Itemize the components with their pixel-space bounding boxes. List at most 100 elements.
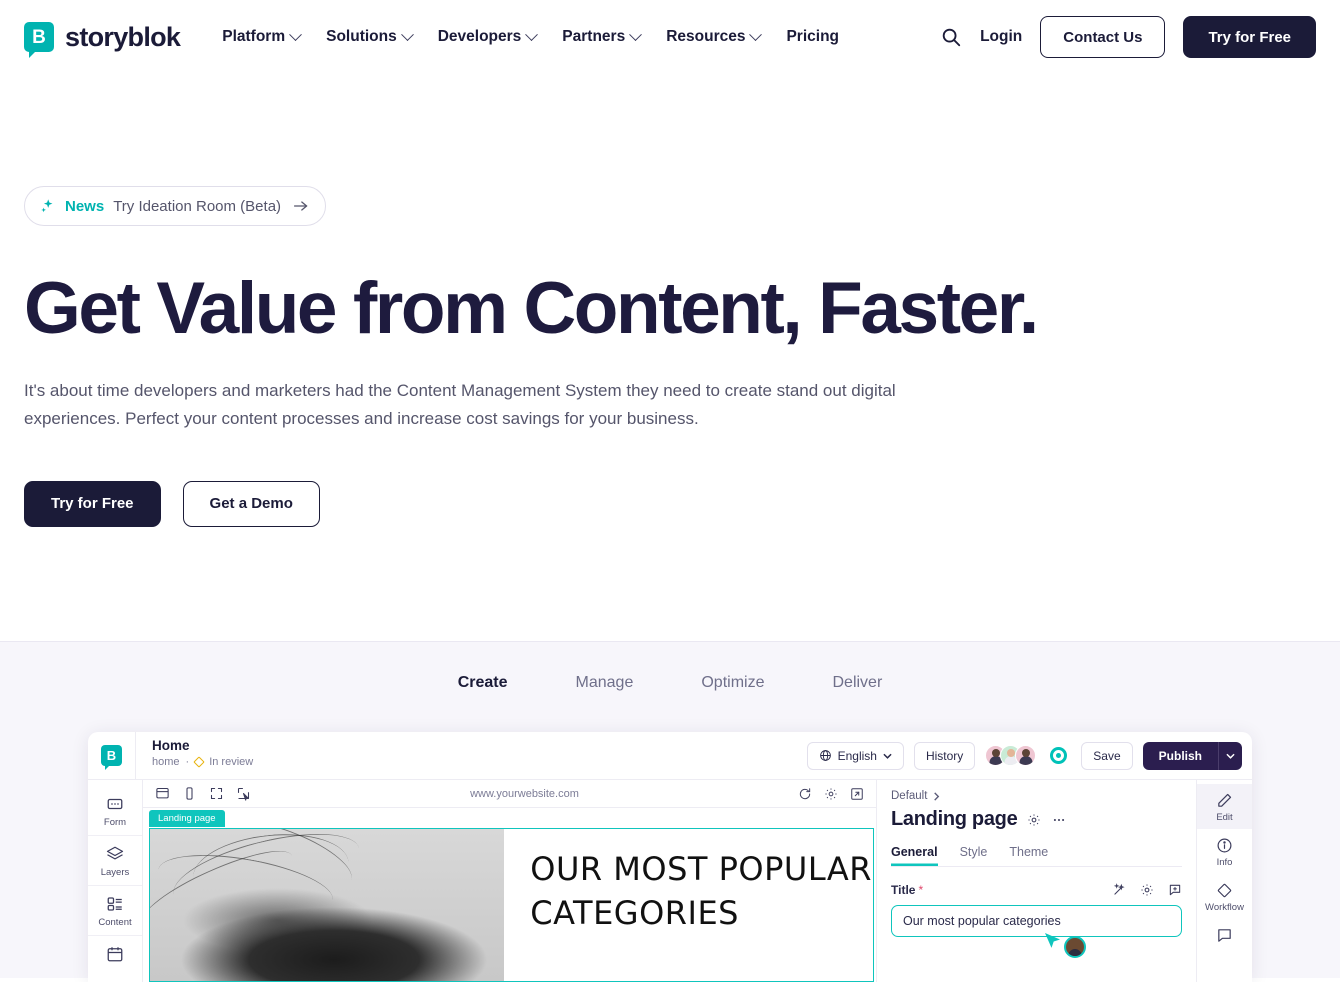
nav-label: Solutions <box>326 28 397 45</box>
app-topbar: B Home home · In review English History … <box>88 732 1252 780</box>
nav-item-pricing[interactable]: Pricing <box>786 28 839 46</box>
news-badge[interactable]: News Try Ideation Room (Beta) <box>24 186 327 226</box>
nav-label: Pricing <box>786 28 840 45</box>
sidebar-item-workflow[interactable]: Workflow <box>1197 874 1252 919</box>
nav-label: Platform <box>222 28 286 45</box>
sidebar-item-info[interactable]: Info <box>1197 829 1252 874</box>
site-header: B storyblok Platform Solutions Developer… <box>0 0 1340 74</box>
refresh-icon[interactable] <box>798 787 812 801</box>
sidebar-item-label: Workflow <box>1205 902 1244 913</box>
status-diamond-icon <box>193 756 205 768</box>
panel-breadcrumb[interactable]: Default <box>891 790 1182 802</box>
contact-us-button[interactable]: Contact Us <box>1040 16 1166 58</box>
nav-item-developers[interactable]: Developers <box>437 27 539 46</box>
hero-section: News Try Ideation Room (Beta) Get Value … <box>0 74 1340 527</box>
try-for-free-button-header[interactable]: Try for Free <box>1183 16 1316 58</box>
nav-label: Developers <box>437 28 522 45</box>
language-selector[interactable]: English <box>806 741 904 770</box>
collaborator-cursor <box>1044 932 1086 958</box>
title-field-label-row: Title * <box>891 883 1182 897</box>
brand-logo[interactable]: B storyblok <box>24 22 181 58</box>
magic-wand-icon[interactable] <box>1112 883 1126 897</box>
tab-theme[interactable]: Theme <box>1009 845 1048 866</box>
publish-dropdown-toggle[interactable] <box>1218 741 1242 770</box>
login-link[interactable]: Login <box>980 28 1022 46</box>
sidebar-item-layers[interactable]: Layers <box>88 835 142 885</box>
breadcrumb: Home home · In review <box>136 732 253 779</box>
title-field-actions <box>1112 883 1182 897</box>
app-body: Form Layers Content www.yourwebsite.com … <box>88 780 1252 982</box>
open-external-icon[interactable] <box>850 787 864 801</box>
app-mockup-window: B Home home · In review English History … <box>88 732 1252 982</box>
status-badge: In review <box>209 756 254 768</box>
preview-url[interactable]: www.yourwebsite.com <box>263 788 786 800</box>
header-actions: Login Contact Us Try for Free <box>940 16 1316 58</box>
publish-button[interactable]: Publish <box>1142 741 1218 770</box>
desktop-icon[interactable] <box>155 786 170 801</box>
search-icon[interactable] <box>940 26 962 48</box>
app-logo-letter: B <box>106 748 117 763</box>
selected-block[interactable]: OUR MOST POPULAR CATEGORIES <box>149 828 874 982</box>
nav-label: Partners <box>562 28 626 45</box>
try-for-free-button-hero[interactable]: Try for Free <box>24 480 161 527</box>
breadcrumb-separator: · <box>185 756 190 768</box>
title-field-label: Title <box>891 883 916 897</box>
hero-subtitle: It's about time developers and marketers… <box>24 380 896 428</box>
workflow-icon <box>1217 883 1232 898</box>
news-badge-text: Try Ideation Room (Beta) <box>113 197 282 215</box>
nav-item-platform[interactable]: Platform <box>222 27 302 46</box>
arrow-right-icon <box>293 201 308 211</box>
chevron-down-icon <box>749 27 763 41</box>
main-navigation: Platform Solutions Developers Partners R… <box>222 27 839 46</box>
hero-photo <box>150 829 505 981</box>
app-logo-cell[interactable]: B <box>88 732 136 779</box>
showcase-section: Create Manage Optimize Deliver B Home ho… <box>0 641 1340 982</box>
avatar <box>1015 745 1037 766</box>
storyblok-logo-icon: B <box>24 22 54 58</box>
nav-item-solutions[interactable]: Solutions <box>326 27 414 46</box>
nav-item-resources[interactable]: Resources <box>666 27 763 46</box>
more-options-icon[interactable] <box>1051 813 1067 827</box>
left-sidebar: Form Layers Content <box>88 780 143 982</box>
gear-icon[interactable] <box>1140 883 1154 897</box>
breadcrumb-meta: home · In review <box>152 756 253 768</box>
chevron-right-icon <box>934 791 940 801</box>
hero-copy: OUR MOST POPULAR CATEGORIES <box>504 829 873 981</box>
preview-stage: Landing page OUR MOST POPULAR CATEGORIES <box>143 808 876 982</box>
get-a-demo-button[interactable]: Get a Demo <box>182 480 320 527</box>
tab-create[interactable]: Create <box>424 674 542 692</box>
comment-add-icon[interactable] <box>1168 883 1182 897</box>
chevron-down-icon <box>883 753 892 759</box>
title-input[interactable]: Our most popular categories <box>891 905 1182 958</box>
block-tag[interactable]: Landing page <box>149 810 225 827</box>
storyblok-app-logo-icon: B <box>101 745 122 770</box>
save-button[interactable]: Save <box>1081 741 1133 770</box>
language-label: English <box>837 748 877 763</box>
nav-item-partners[interactable]: Partners <box>562 27 643 46</box>
preview-area: www.yourwebsite.com Landing page OUR MOS… <box>143 780 876 982</box>
tab-general[interactable]: General <box>891 845 938 866</box>
news-badge-label: News <box>65 197 105 215</box>
app-topbar-actions: English History Save Publish <box>806 732 1252 779</box>
mobile-icon[interactable] <box>182 786 197 801</box>
gear-icon[interactable] <box>824 787 838 801</box>
collaborator-avatars[interactable] <box>985 745 1037 766</box>
cursor-pointer-icon <box>1045 933 1060 948</box>
panel-tabs: General Style Theme <box>891 845 1182 867</box>
tab-style[interactable]: Style <box>960 845 988 866</box>
chevron-down-icon <box>289 27 302 41</box>
gear-icon[interactable] <box>1027 813 1041 827</box>
sidebar-item-comments[interactable] <box>1197 919 1252 953</box>
tab-manage[interactable]: Manage <box>542 674 668 692</box>
sidebar-item-edit[interactable]: Edit <box>1197 784 1252 829</box>
sidebar-item-content[interactable]: Content <box>88 885 142 935</box>
fullscreen-icon[interactable] <box>209 786 224 801</box>
tab-deliver[interactable]: Deliver <box>798 674 916 692</box>
tab-optimize[interactable]: Optimize <box>667 674 798 692</box>
history-button[interactable]: History <box>913 741 976 770</box>
pointer-icon[interactable] <box>236 786 251 801</box>
sidebar-item-calendar[interactable] <box>88 935 142 974</box>
avatar <box>1064 936 1086 958</box>
sidebar-item-form[interactable]: Form <box>88 786 142 835</box>
properties-panel: Default Landing page General Style Theme… <box>876 780 1196 982</box>
